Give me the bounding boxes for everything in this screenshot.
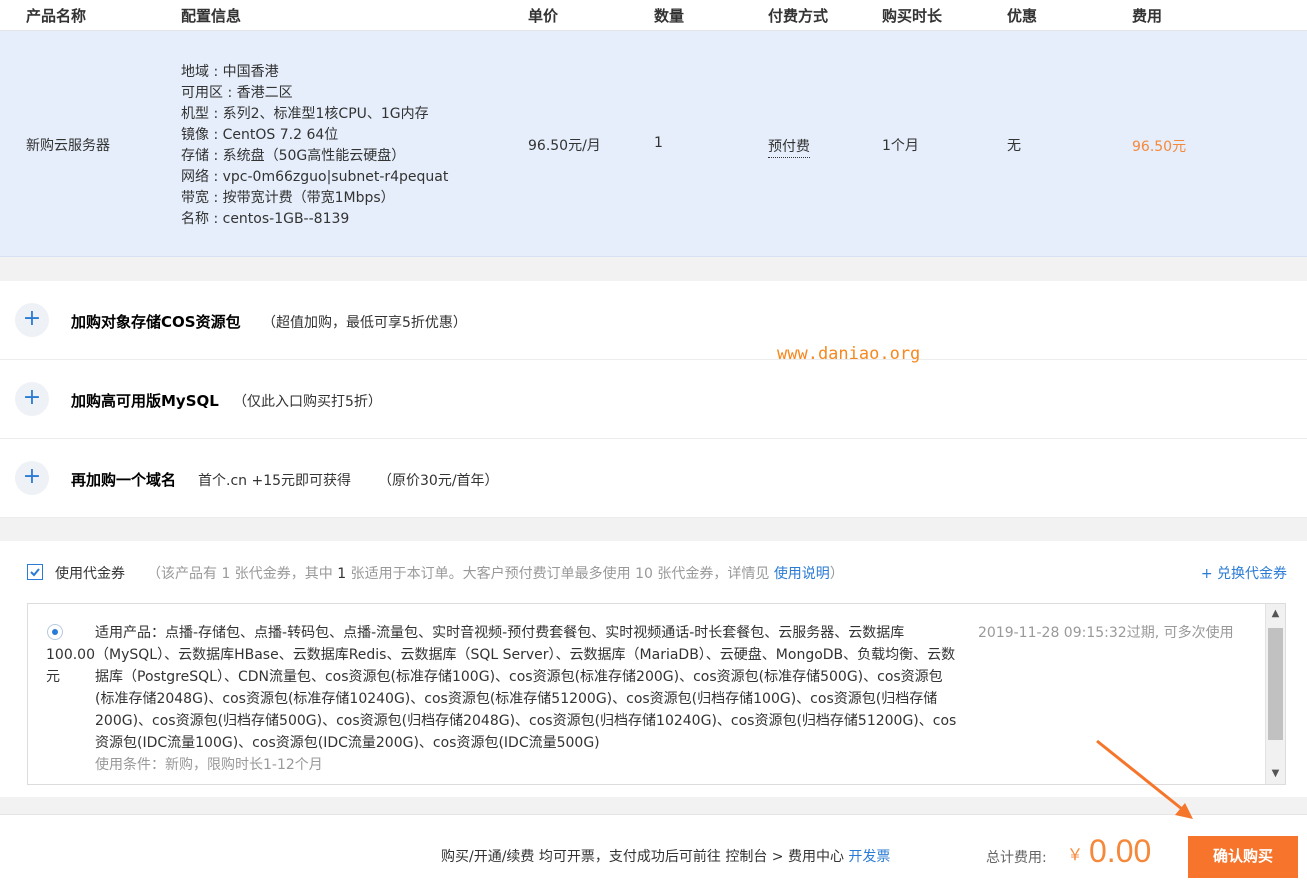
invoice-link[interactable]: 开发票 [848, 849, 890, 865]
header-duration: 购买时长 [882, 7, 943, 25]
quantity: 1 [654, 135, 663, 151]
watermark: www.daniao.org [777, 344, 921, 364]
config-bandwidth: 带宽 : 按带宽计费（带宽1Mbps） [181, 190, 395, 206]
voucher-panel: 使用代金券 （该产品有 1 张代金券，其中 1 张适用于本订单。大客户预付费订单… [0, 541, 1307, 797]
confirm-purchase-button[interactable]: 确认购买 [1188, 836, 1298, 878]
voucher-desc-end: ） [829, 566, 844, 582]
currency-symbol: ￥ [1067, 845, 1084, 864]
use-voucher-label[interactable]: 使用代金券 [55, 563, 125, 583]
voucher-amount: 100.00元 [46, 647, 95, 685]
invoice-info: 购买/开通/续费 均可开票，支付成功后可前往 控制台 > 费用中心 开发票 [441, 846, 890, 866]
config-image: 镜像 : CentOS 7.2 64位 [181, 127, 339, 143]
checkout-bar: 购买/开通/续费 均可开票，支付成功后可前往 控制台 > 费用中心 开发票 总计… [0, 814, 1307, 892]
addon-domain[interactable]: + 再加购一个域名 首个.cn +15元即可获得 （原价30元/首年） [0, 439, 1307, 518]
duration: 1个月 [882, 138, 919, 154]
billing-method[interactable]: 预付费 [768, 136, 810, 158]
header-config: 配置信息 [181, 7, 242, 25]
config-network: 网络 : vpc-0m66zguo|subnet-r4pequat [181, 169, 449, 185]
voucher-desc-prefix: （该产品有 1 张代金券，其中 [147, 566, 338, 582]
addon-cos-note: （超值加购，最低可享5折优惠） [262, 315, 467, 331]
voucher-products: 适用产品：点播-存储包、点播-转码包、点播-流量包、实时音视频-预付费套餐包、实… [95, 622, 961, 776]
header-quantity: 数量 [654, 7, 685, 25]
plus-icon[interactable]: + [15, 303, 49, 337]
radio-selected-icon[interactable] [47, 624, 63, 640]
invoice-text: 购买/开通/续费 均可开票，支付成功后可前往 控制台 > 费用中心 [441, 849, 849, 865]
addon-domain-title: 再加购一个域名 [71, 471, 177, 489]
addon-panel: + 加购对象存储COS资源包 （超值加购，最低可享5折优惠） + 加购高可用版M… [0, 281, 1307, 518]
config-region: 地域 : 中国香港 [181, 64, 279, 80]
voucher-expiry: 2019-11-28 09:15:32过期, 可多次使用 [978, 625, 1234, 641]
voucher-description: （该产品有 1 张代金券，其中 1 张适用于本订单。大客户预付费订单最多使用 1… [147, 563, 844, 583]
discount: 无 [1007, 138, 1021, 154]
scroll-up-icon[interactable]: ▲ [1266, 604, 1285, 624]
addon-domain-extra: 首个.cn +15元即可获得 [198, 473, 352, 489]
cost: 96.50元 [1132, 139, 1187, 155]
header-discount: 优惠 [1007, 7, 1038, 25]
plus-icon[interactable]: + [15, 382, 49, 416]
scroll-thumb[interactable] [1268, 628, 1283, 740]
config-name: 名称 : centos-1GB--8139 [181, 211, 350, 227]
addon-cos-title: 加购对象存储COS资源包 [71, 313, 241, 331]
unit-price: 96.50元/月 [528, 138, 601, 154]
scroll-down-icon[interactable]: ▼ [1266, 764, 1285, 784]
config-info: 地域 : 中国香港 可用区 : 香港二区 机型 : 系列2、标准型1核CPU、1… [181, 62, 448, 230]
config-instance: 机型 : 系列2、标准型1核CPU、1G内存 [181, 106, 429, 122]
voucher-desc-count: 1 [337, 566, 347, 582]
header-billing: 付费方式 [768, 7, 829, 25]
table-row: 新购云服务器 地域 : 中国香港 可用区 : 香港二区 机型 : 系列2、标准型… [0, 31, 1307, 257]
config-zone: 可用区 : 香港二区 [181, 85, 293, 101]
addon-cos[interactable]: + 加购对象存储COS资源包 （超值加购，最低可享5折优惠） [0, 281, 1307, 360]
scrollbar[interactable]: ▲ ▼ [1265, 604, 1285, 784]
config-storage: 存储 : 系统盘（50G高性能云硬盘） [181, 148, 406, 164]
header-product: 产品名称 [26, 7, 87, 25]
usage-instructions-link[interactable]: 使用说明 [774, 566, 830, 582]
addon-mysql-note: （仅此入口购买打5折） [233, 394, 382, 410]
order-table-header: 产品名称 配置信息 单价 数量 付费方式 购买时长 优惠 费用 [0, 0, 1307, 31]
addon-mysql-title: 加购高可用版MySQL [71, 392, 219, 410]
product-name: 新购云服务器 [26, 138, 110, 154]
addon-mysql[interactable]: + 加购高可用版MySQL （仅此入口购买打5折） [0, 360, 1307, 439]
header-cost: 费用 [1132, 7, 1163, 25]
voucher-products-text: 适用产品：点播-存储包、点播-转码包、点播-流量包、实时音视频-预付费套餐包、实… [95, 625, 957, 751]
voucher-desc-suffix: 张适用于本订单。大客户预付费订单最多使用 10 张代金券，详情见 [346, 566, 774, 582]
header-unit-price: 单价 [528, 7, 559, 25]
checkbox-checked-icon[interactable] [27, 564, 43, 580]
plus-icon[interactable]: + [15, 461, 49, 495]
total-label: 总计费用: [986, 850, 1047, 866]
exchange-voucher-link[interactable]: + 兑换代金券 [1201, 563, 1287, 583]
addon-domain-note: （原价30元/首年） [378, 473, 499, 489]
voucher-list[interactable]: 100.00元 适用产品：点播-存储包、点播-转码包、点播-流量包、实时音视频-… [27, 603, 1286, 785]
total-amount: 0.00 [1089, 833, 1152, 869]
voucher-condition: 使用条件：新购，限购时长1-12个月 [95, 757, 323, 773]
